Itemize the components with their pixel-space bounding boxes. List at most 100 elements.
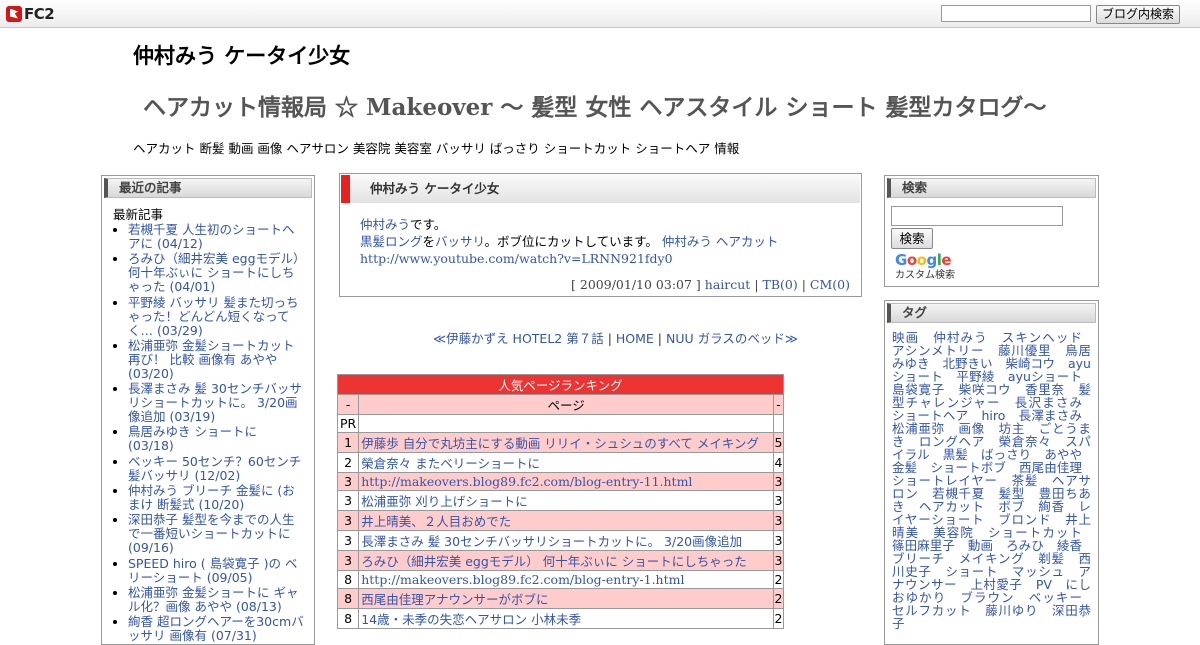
- recent-post-link[interactable]: 鳥居みゆき ショートに (03/18): [128, 424, 257, 453]
- ranking-count: 3: [774, 473, 784, 491]
- ranking-pr: PR: [338, 415, 359, 433]
- ranking-count: 5: [774, 433, 784, 453]
- entry-text: を: [423, 234, 436, 249]
- entry-youtube-link[interactable]: http://www.youtube.com/watch?v=LRNN921fd…: [360, 251, 673, 266]
- ranking-page-link[interactable]: 井上晴美、２人目おめでた: [361, 514, 511, 529]
- site-keywords: ヘアカット 断髪 動画 画像 ヘアサロン 美容院 美容室 バッサリ ばっさり シ…: [133, 138, 739, 157]
- ranking-rank: 8: [338, 589, 359, 609]
- recent-post-item: 長澤まさみ 髪 30センチバッサリショートカットに。 3/20画像追加 (03/…: [128, 382, 314, 424]
- ranking-page-cell: 井上晴美、２人目おめでた: [359, 511, 774, 531]
- ranking-row: 8西尾由佳理アナウンサーがボブに 2: [338, 589, 784, 609]
- ranking-page-link[interactable]: http://makeovers.blog89.fc2.com/blog-ent…: [361, 572, 684, 587]
- tag-heading: タグ: [887, 303, 1096, 323]
- entry-link-haircut[interactable]: 仲村みう ヘアカット: [662, 234, 778, 249]
- ranking-row: 8http://makeovers.blog89.fc2.com/blog-en…: [338, 571, 784, 589]
- recent-post-link[interactable]: 平野綾 バッサリ 髪また切っちゃった！どんどん短くなってく… (03/29): [128, 295, 298, 338]
- ranking-count: 4: [774, 453, 784, 473]
- next-entry-link[interactable]: NUU ガラスのベッド≫: [666, 331, 798, 346]
- side-search-button[interactable]: 検索: [891, 228, 933, 249]
- entry-trackback-link[interactable]: TB(0): [763, 277, 798, 292]
- recent-post-link[interactable]: 松浦亜弥 金髪ショートに ギャル化？画像 あやや (08/13): [128, 585, 298, 614]
- recent-post-link[interactable]: ろみひ（細井宏美 eggモデル）何十年ぶぃに ショートにしちゃった (04/01…: [128, 251, 306, 294]
- ranking-page-link[interactable]: 西尾由佳理アナウンサーがボブに: [361, 592, 548, 607]
- entry-body: 仲村みうです。 黒髪ロングをバッサリ。ボブ位にカットしています。 仲村みう ヘア…: [360, 216, 778, 267]
- tag-link[interactable]: 藤川ゆり: [985, 603, 1038, 618]
- recent-posts-heading: 最近の記事: [104, 178, 312, 198]
- ranking-row: 3長澤まさみ 髪 30センチバッサリショートカットに。 3/20画像追加3: [338, 531, 784, 551]
- recent-posts-box: 最近の記事 最新記事 若槻千夏 人生初のショートヘアに (04/12)ろみひ（細…: [101, 175, 315, 645]
- fc2-logo[interactable]: FC2: [6, 4, 54, 23]
- entry-link-nakamura[interactable]: 仲村みう: [360, 217, 410, 232]
- ranking-rank: 3: [338, 531, 359, 551]
- side-search-input[interactable]: [891, 206, 1063, 226]
- blog-search-input[interactable]: [941, 5, 1091, 22]
- ranking-rank: 3: [338, 551, 359, 571]
- ranking-rank: 3: [338, 511, 359, 531]
- site-title[interactable]: ヘアカット情報局 ☆ Makeover ～ 髪型 女性 ヘアスタイル ショート …: [143, 88, 1046, 122]
- ranking-rank: 2: [338, 453, 359, 473]
- ranking-row: 3松浦亜弥 刈り上げショートに3: [338, 491, 784, 511]
- ranking-rank: 3: [338, 473, 359, 491]
- recent-posts-list: 若槻千夏 人生初のショートヘアに (04/12)ろみひ（細井宏美 eggモデル）…: [102, 223, 314, 645]
- ranking-page-cell: 14歳・未季の失恋ヘアサロン 小林未季: [359, 609, 774, 629]
- entry-box: 仲村みう ケータイ少女 仲村みうです。 黒髪ロングをバッサリ。ボブ位にカットして…: [339, 173, 862, 297]
- fc2-logo-icon: [6, 6, 22, 22]
- recent-post-link[interactable]: 絢香 超ロングヘアーを30cmバッサリ 画像有 (07/31): [128, 614, 304, 643]
- recent-post-link[interactable]: 仲村みう ブリーチ 金髪に (おまけ 断髪式 (10/20): [128, 483, 295, 512]
- ranking-rank: 8: [338, 609, 359, 629]
- ranking-rank: 8: [338, 571, 359, 589]
- ranking-pr-cell: [359, 415, 774, 433]
- search-heading: 検索: [887, 178, 1096, 198]
- entry-category-link[interactable]: haircut: [705, 277, 751, 292]
- ranking-row: 2榮倉奈々 またベリーショートに 4: [338, 453, 784, 473]
- recent-post-link[interactable]: ベッキー 50センチ？60センチ 髪バッサリ (12/02): [128, 454, 301, 483]
- entry-comment-link[interactable]: CM(0): [810, 277, 850, 292]
- ranking-header-right: -: [774, 395, 784, 415]
- recent-post-item: 松浦亜弥 金髪ショートカット 再び！ 比較 画像有 あやや (03/20): [128, 339, 314, 381]
- entry-link-black-long[interactable]: 黒髪ロング: [360, 234, 423, 249]
- ranking-page-link[interactable]: 松浦亜弥 刈り上げショートに: [361, 494, 527, 509]
- ranking-count: 3: [774, 511, 784, 531]
- ranking-page-link[interactable]: ろみひ（細井宏美 eggモデル） 何十年ぶぃに ショートにしちゃった: [361, 554, 746, 569]
- ranking-page-link[interactable]: 榮倉奈々 またベリーショートに: [361, 456, 540, 471]
- prev-entry-link[interactable]: ≪伊藤かずえ HOTEL2 第７話: [433, 331, 604, 346]
- recent-post-link[interactable]: SPEED hiro ( 島袋寛子 )の ベリーショート (09/05): [128, 556, 297, 585]
- entry-title[interactable]: 仲村みう ケータイ少女: [341, 175, 860, 203]
- recent-post-link[interactable]: 長澤まさみ 髪 30センチバッサリショートカットに。 3/20画像追加 (03/…: [128, 381, 302, 424]
- ranking-table: 人気ページランキング - ページ - PR 1伊藤歩 自分で丸坊主にする動画 リ…: [337, 374, 784, 629]
- blog-search-button[interactable]: ブログ内検索: [1096, 5, 1180, 24]
- recent-post-link[interactable]: 若槻千夏 人生初のショートヘアに (04/12): [128, 222, 294, 251]
- ranking-page-link[interactable]: 14歳・未季の失恋ヘアサロン 小林未季: [361, 612, 581, 627]
- ranking-header-left: -: [338, 395, 359, 415]
- ranking-page-link[interactable]: 長澤まさみ 髪 30センチバッサリショートカットに。 3/20画像追加: [361, 534, 742, 549]
- home-link[interactable]: HOME: [616, 331, 654, 346]
- recent-post-item: 若槻千夏 人生初のショートヘアに (04/12): [128, 223, 314, 251]
- recent-posts-subheading: 最新記事: [113, 204, 314, 223]
- recent-post-link[interactable]: 松浦亜弥 金髪ショートカット 再び！ 比較 画像有 あやや (03/20): [128, 338, 294, 381]
- ranking-row: 1伊藤歩 自分で丸坊主にする動画 リリイ・シュシュのすべて メイキング5: [338, 433, 784, 453]
- ranking-page-link[interactable]: 伊藤歩 自分で丸坊主にする動画 リリイ・シュシュのすべて メイキング: [361, 436, 759, 451]
- tag-box: タグ 映画 仲村みう スキンヘッド アシンメトリー 藤川優里 鳥居みゆき 北野き…: [884, 300, 1099, 645]
- entry-text: です。: [410, 217, 446, 232]
- ranking-page-cell: 榮倉奈々 またベリーショートに: [359, 453, 774, 473]
- ranking-count: 2: [774, 589, 784, 609]
- ranking-count: 2: [774, 571, 784, 589]
- recent-post-item: 仲村みう ブリーチ 金髪に (おまけ 断髪式 (10/20): [128, 484, 314, 512]
- ranking-row: 814歳・未季の失恋ヘアサロン 小林未季2: [338, 609, 784, 629]
- ranking-page-cell: ろみひ（細井宏美 eggモデル） 何十年ぶぃに ショートにしちゃった: [359, 551, 774, 571]
- blog-title[interactable]: 仲村みう ケータイ少女: [133, 40, 350, 70]
- ranking-count: 3: [774, 551, 784, 571]
- entry-link-bassari[interactable]: バッサリ: [435, 234, 485, 249]
- recent-post-item: 絢香 超ロングヘアーを30cmバッサリ 画像有 (07/31): [128, 615, 314, 643]
- entry-footer: [ 2009/01/10 03:07 ] haircut | TB(0) | C…: [571, 277, 850, 292]
- recent-post-item: 平野綾 バッサリ 髪また切っちゃった！どんどん短くなってく… (03/29): [128, 296, 314, 338]
- ranking-page-cell: 松浦亜弥 刈り上げショートに: [359, 491, 774, 511]
- recent-post-item: 深田恭子 髪型を今までの人生で一番短いショートカットに (09/16): [128, 513, 314, 555]
- ranking-page-cell: http://makeovers.blog89.fc2.com/blog-ent…: [359, 571, 774, 589]
- ranking-row: 3http://makeovers.blog89.fc2.com/blog-en…: [338, 473, 784, 491]
- ranking-count: 3: [774, 491, 784, 511]
- recent-post-link[interactable]: 深田恭子 髪型を今までの人生で一番短いショートカットに (09/16): [128, 512, 294, 555]
- recent-post-item: 鳥居みゆき ショートに (03/18): [128, 425, 314, 453]
- tag-cloud: 映画 仲村みう スキンヘッド アシンメトリー 藤川優里 鳥居みゆき 北野きい 柴…: [892, 331, 1091, 630]
- ranking-page-link[interactable]: http://makeovers.blog89.fc2.com/blog-ent…: [361, 474, 692, 489]
